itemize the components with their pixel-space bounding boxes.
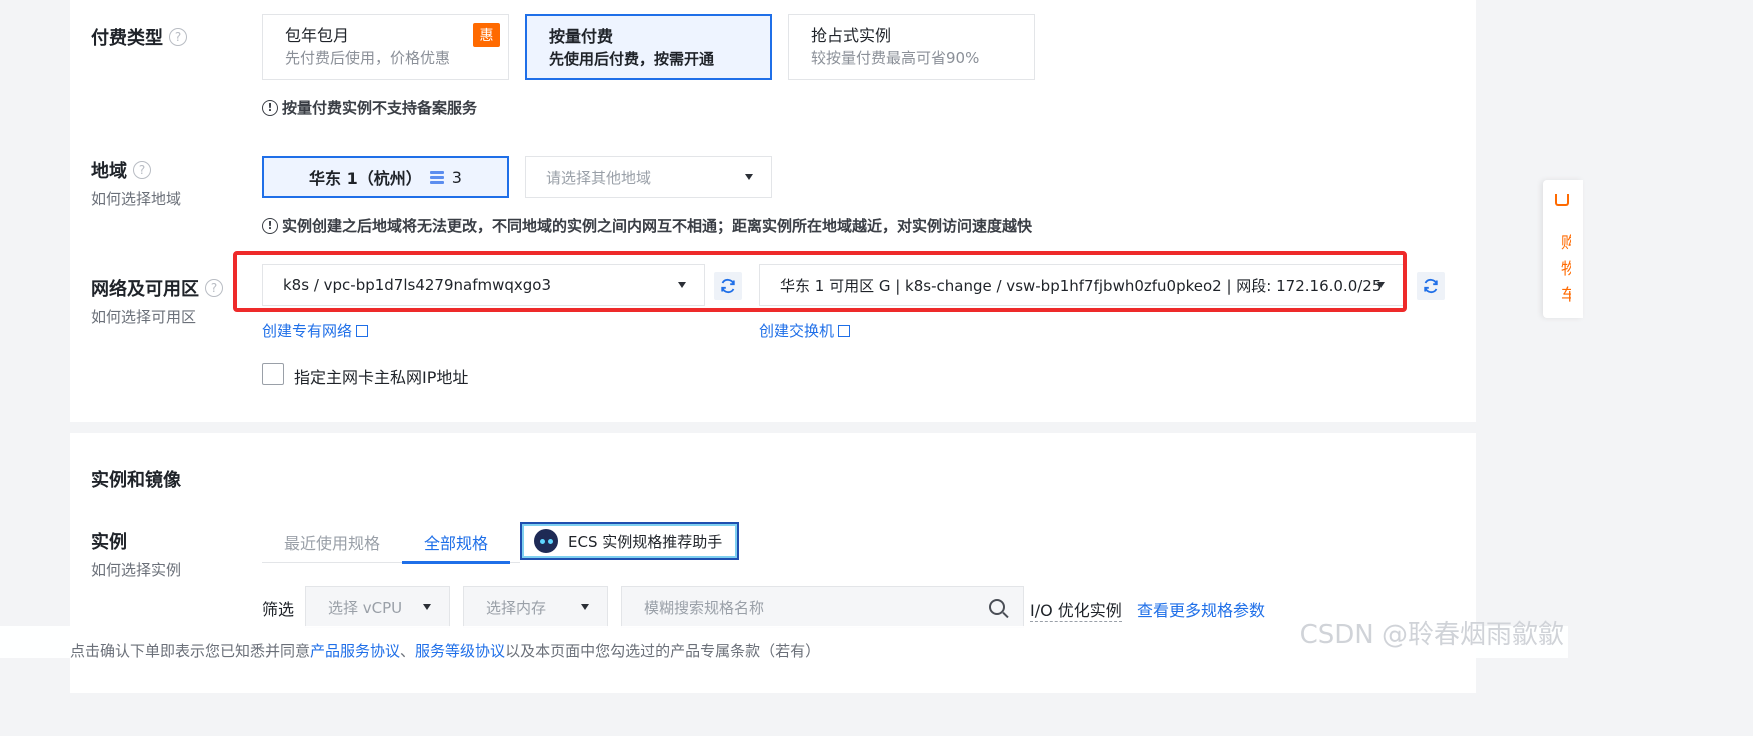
chevron-down-icon [745,174,753,180]
watermark: CSDN @聆春烟雨歙歙 [1299,620,1564,650]
region-option-hangzhou[interactable]: 华东 1（杭州） 3 [262,156,509,198]
memory-placeholder: 选择内存 [486,598,547,617]
instance-text: 实例 [91,532,127,553]
info-icon: ! [262,217,278,234]
ecs-assistant-label: ECS 实例规格推荐助手 [568,532,723,551]
create-vpc-text: 创建专有网络 [262,322,353,340]
help-icon[interactable]: ? [133,161,151,179]
payment-option-desc: 先付费后使用，价格优惠 [285,49,451,67]
create-vpc-link[interactable]: 创建专有网络 [262,320,369,341]
agreement-text: 点击确认下单即表示您已知悉并同意产品服务协议、服务等级协议以及本页面中您勾选过的… [70,640,820,661]
agreement-suffix: 以及本页面中您勾选过的产品专属条款（若有） [505,642,821,660]
payment-option-subscription[interactable]: 包年包月 先付费后使用，价格优惠 惠 [262,14,509,80]
network-label: 网络及可用区 ? [91,275,223,301]
instance-help-link[interactable]: 如何选择实例 [91,559,181,580]
create-vswitch-link[interactable]: 创建交换机 [759,320,851,341]
sla-link[interactable]: 服务等级协议 [415,642,505,660]
info-icon: ! [262,99,278,116]
zone-count: 3 [451,167,462,187]
robot-icon [534,529,558,553]
spec-search-placeholder: 模糊搜索规格名称 [644,598,765,617]
vcpu-select[interactable]: 选择 vCPU [305,586,450,628]
instance-label: 实例 [91,528,127,554]
payment-notice: ! 按量付费实例不支持备案服务 [262,97,477,118]
spec-search-input[interactable]: 模糊搜索规格名称 [621,586,1024,628]
refresh-icon [1424,278,1438,294]
more-specs-link[interactable]: 查看更多规格参数 [1137,597,1265,621]
filter-label: 筛选 [262,600,295,619]
zone-stack-icon [429,170,444,184]
private-ip-checkbox[interactable] [262,363,284,385]
payment-type-text: 付费类型 [91,28,163,49]
region-notice-text: 实例创建之后地域将无法更改，不同地域的实例之间内网互不相通；距离实例所在地域越近… [282,217,1033,235]
chevron-down-icon [423,604,431,610]
external-link-icon [838,324,851,337]
chevron-down-icon [581,604,589,610]
payment-notice-text: 按量付费实例不支持备案服务 [282,99,478,117]
payment-option-title: 按量付费 [549,27,614,46]
tab-recent-specs[interactable]: 最近使用规格 [284,530,380,554]
private-ip-checkbox-label[interactable]: 指定主网卡主私网IP地址 [294,364,468,388]
create-vswitch-text: 创建交换机 [759,322,835,340]
tab-all-specs[interactable]: 全部规格 [424,530,488,554]
help-icon[interactable]: ? [205,279,223,297]
search-icon[interactable] [989,599,1005,615]
other-region-select[interactable]: 请选择其他地域 [525,156,772,198]
ecs-assistant-button[interactable]: ECS 实例规格推荐助手 [520,522,739,560]
cart-icon [1555,194,1569,206]
payment-option-desc: 较按量付费最高可省90% [811,49,980,67]
payment-option-preemptible[interactable]: 抢占式实例 较按量付费最高可省90% [788,14,1035,80]
payment-option-title: 抢占式实例 [811,26,892,45]
payment-type-label: 付费类型 ? [91,24,187,50]
agreement-sep: 、 [400,642,416,660]
zone-help-link[interactable]: 如何选择可用区 [91,306,196,327]
external-link-icon [356,324,369,337]
region-notice: ! 实例创建之后地域将无法更改，不同地域的实例之间内网互不相通；距离实例所在地域… [262,215,1032,236]
discount-badge: 惠 [473,23,500,47]
highlight-box [233,251,1407,312]
region-name: 华东 1（杭州） [309,169,422,188]
io-optimized-label[interactable]: I/O 优化实例 [1030,597,1122,622]
network-text: 网络及可用区 [91,279,199,300]
vcpu-placeholder: 选择 vCPU [328,598,403,617]
help-icon[interactable]: ? [169,28,187,46]
section-title: 实例和镜像 [91,470,181,491]
payment-option-pay-as-you-go[interactable]: 按量付费 先使用后付费，按需开通 [525,14,772,80]
service-agreement-link[interactable]: 产品服务协议 [310,642,400,660]
region-label: 地域 ? [91,157,151,183]
cart-label: 购物车 [1561,233,1571,304]
payment-option-desc: 先使用后付费，按需开通 [549,50,715,68]
cart-tab[interactable]: 购物车 [1543,180,1583,318]
tab-active-indicator [402,561,510,564]
refresh-vswitch-button[interactable] [1417,272,1445,300]
region-text: 地域 [91,161,127,182]
agreement-prefix: 点击确认下单即表示您已知悉并同意 [70,642,311,660]
memory-select[interactable]: 选择内存 [463,586,608,628]
other-region-placeholder: 请选择其他地域 [546,168,652,187]
region-help-link[interactable]: 如何选择地域 [91,188,181,209]
